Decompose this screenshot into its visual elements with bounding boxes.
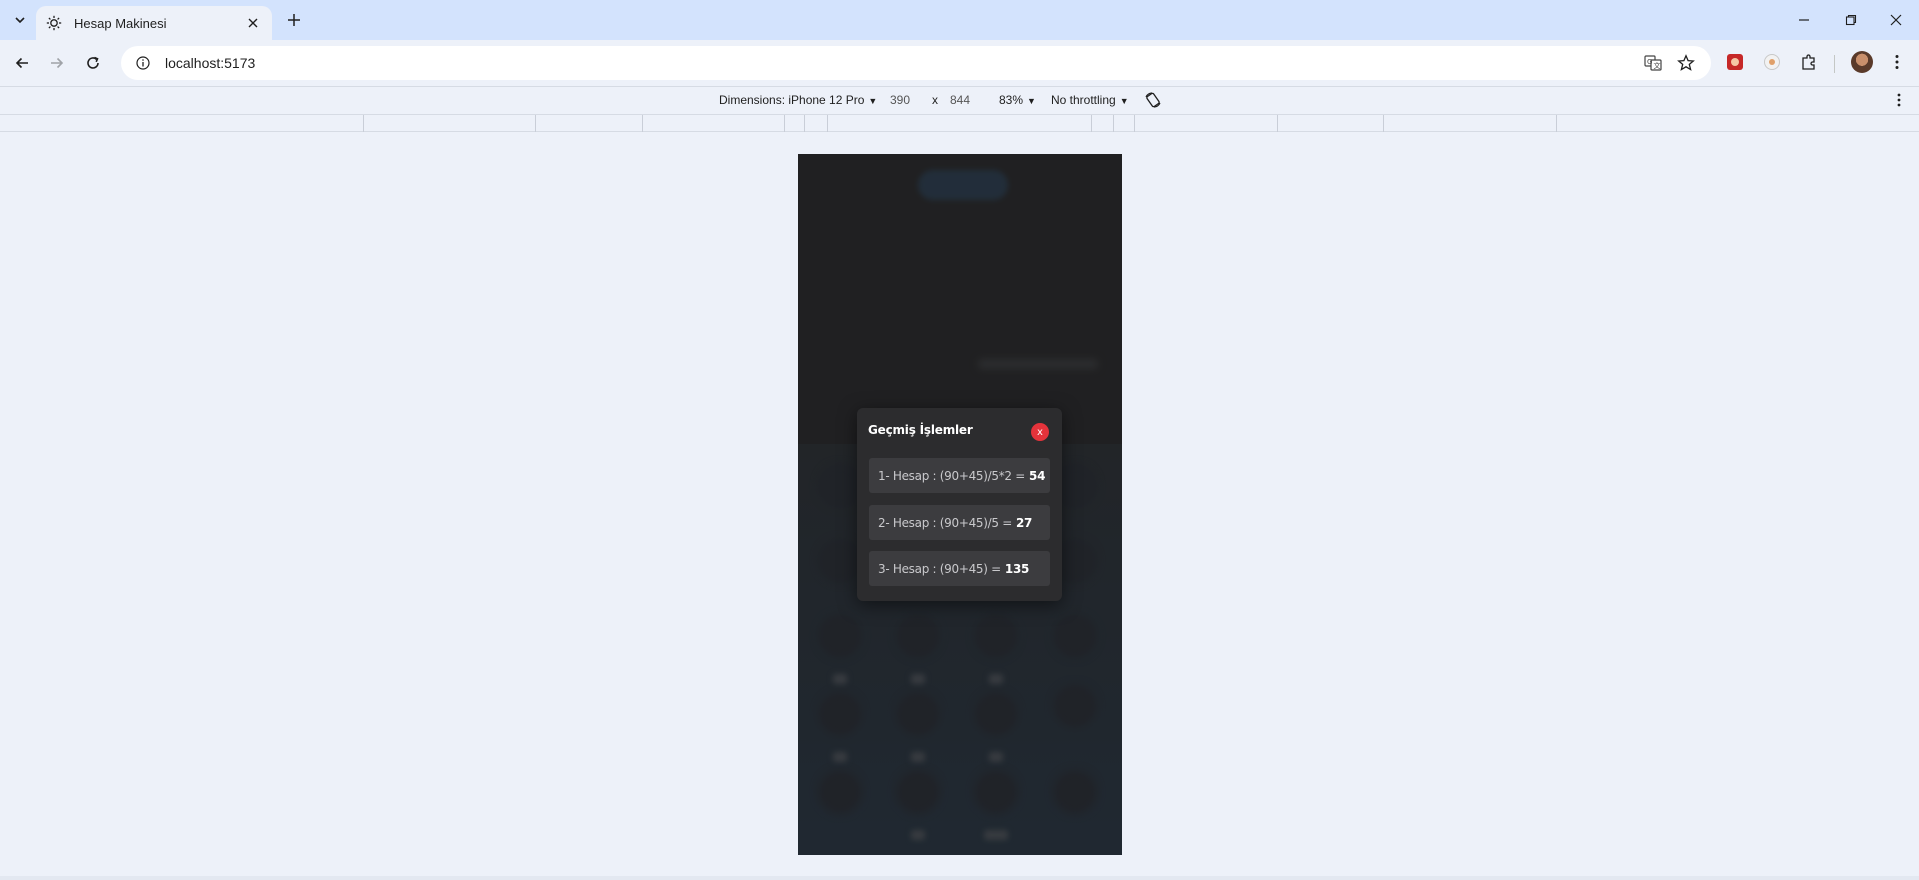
ruler-tick bbox=[642, 115, 643, 132]
ruler-tick bbox=[1277, 115, 1278, 132]
ruler-tick bbox=[827, 115, 828, 132]
profile-avatar[interactable] bbox=[1851, 51, 1873, 73]
tab-title: Hesap Makinesi bbox=[74, 15, 167, 31]
extensions-puzzle-icon[interactable] bbox=[1797, 50, 1821, 74]
bottom-edge bbox=[0, 876, 1919, 880]
history-item-text: 2- Hesap : (90+45)/5 = bbox=[878, 515, 1012, 530]
history-item-result: 54 bbox=[1029, 468, 1046, 483]
device-height-input[interactable]: 844 bbox=[950, 93, 970, 107]
ruler-tick bbox=[1383, 115, 1384, 132]
forward-arrow-right-icon[interactable] bbox=[42, 48, 72, 78]
translate-icon[interactable]: G文 bbox=[1638, 48, 1668, 78]
history-item-result: 27 bbox=[1015, 515, 1033, 530]
history-item[interactable]: 3- Hesap : (90+45) = 135 bbox=[869, 551, 1050, 586]
svg-text:G: G bbox=[1647, 58, 1652, 66]
active-tab[interactable]: Hesap Makinesi bbox=[36, 6, 272, 40]
ruler-tick bbox=[784, 115, 785, 132]
url-text: localhost:5173 bbox=[165, 55, 256, 71]
tab-search-chevron-down-icon[interactable] bbox=[8, 8, 32, 32]
media-query-ruler[interactable] bbox=[0, 114, 1919, 132]
browser-menu-kebab-icon[interactable] bbox=[1885, 50, 1909, 74]
caret-down-icon: ▼ bbox=[868, 96, 878, 106]
restore-icon[interactable] bbox=[1835, 8, 1867, 32]
caret-down-icon: ▼ bbox=[1119, 96, 1129, 106]
toolbar-divider bbox=[1834, 55, 1835, 73]
history-item-text: 3- Hesap : (90+45) = bbox=[878, 561, 1001, 576]
ruler-tick bbox=[363, 115, 364, 132]
history-item[interactable]: 2- Hesap : (90+45)/5 = 27 bbox=[869, 505, 1050, 540]
close-window-icon[interactable] bbox=[1880, 8, 1912, 32]
ruler-tick bbox=[1091, 115, 1092, 132]
device-toolbar-more-kebab-icon[interactable] bbox=[1890, 91, 1908, 109]
back-arrow-left-icon[interactable] bbox=[7, 48, 37, 78]
history-item-result: 135 bbox=[1004, 561, 1030, 576]
new-tab-plus-icon[interactable] bbox=[282, 8, 306, 32]
history-close-button[interactable]: x bbox=[1031, 423, 1049, 441]
throttling-label: No throttling bbox=[1051, 93, 1116, 107]
history-modal-title: Geçmiş İşlemler bbox=[868, 423, 973, 437]
ruler-tick bbox=[1113, 115, 1114, 132]
ruler-tick bbox=[1556, 115, 1557, 132]
extension-circle-icon[interactable] bbox=[1760, 50, 1784, 74]
device-dimensions-label: Dimensions: iPhone 12 Pro bbox=[719, 93, 865, 107]
bookmark-star-icon[interactable] bbox=[1671, 48, 1701, 78]
history-item[interactable]: 1- Hesap : (90+45)/5*2 = 54 bbox=[869, 458, 1050, 493]
device-width-input[interactable]: 390 bbox=[890, 93, 910, 107]
ruler-tick bbox=[535, 115, 536, 132]
tab-close-icon[interactable] bbox=[244, 14, 262, 32]
ruler-tick bbox=[1134, 115, 1135, 132]
site-info-icon[interactable] bbox=[135, 55, 151, 71]
ruler-tick bbox=[804, 115, 805, 132]
rotate-icon[interactable] bbox=[1144, 91, 1162, 109]
extension-red-icon[interactable] bbox=[1723, 50, 1747, 74]
tab-strip: Hesap Makinesi bbox=[0, 0, 1919, 40]
dimension-times-sign: x bbox=[932, 93, 938, 107]
zoom-select[interactable]: 83% ▼ bbox=[999, 93, 1036, 107]
history-modal: Geçmiş İşlemler x 1- Hesap : (90+45)/5*2… bbox=[857, 408, 1062, 601]
reload-icon[interactable] bbox=[78, 48, 108, 78]
throttling-select[interactable]: No throttling ▼ bbox=[1051, 93, 1129, 107]
svg-text:文: 文 bbox=[1654, 61, 1661, 70]
device-dimensions-select[interactable]: Dimensions: iPhone 12 Pro ▼ bbox=[719, 93, 877, 107]
device-toolbar: Dimensions: iPhone 12 Pro ▼ 390 x 844 83%… bbox=[0, 86, 1919, 114]
address-bar[interactable]: localhost:5173 bbox=[121, 46, 1711, 80]
sun-icon bbox=[46, 15, 62, 31]
zoom-label: 83% bbox=[999, 93, 1024, 107]
minimize-icon[interactable] bbox=[1788, 8, 1820, 32]
history-item-text: 1- Hesap : (90+45)/5*2 = bbox=[878, 468, 1026, 483]
browser-toolbar: localhost:5173 G文 bbox=[0, 40, 1919, 86]
device-viewport: Geçmiş İşlemler x 1- Hesap : (90+45)/5*2… bbox=[798, 154, 1122, 855]
caret-down-icon: ▼ bbox=[1027, 96, 1036, 106]
